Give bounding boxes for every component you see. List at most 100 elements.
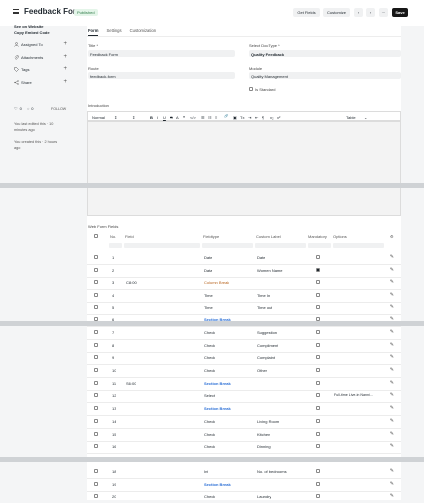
copy-embed-code-link[interactable]: Copy Embed Code xyxy=(14,30,50,35)
edit-icon[interactable]: ✎ xyxy=(390,481,394,487)
edit-icon[interactable]: ✎ xyxy=(390,279,394,285)
is-standard-checkbox[interactable] xyxy=(249,87,253,91)
row-fieldtype[interactable]: Check xyxy=(204,355,215,360)
edit-icon[interactable]: ✎ xyxy=(390,304,394,310)
row-fieldtype[interactable]: Check xyxy=(204,444,215,449)
sub-button[interactable]: x₂ xyxy=(270,115,274,120)
heart-icon[interactable]: ♡ xyxy=(14,106,18,111)
table-row[interactable]: 14CheckLiving Room✎ xyxy=(87,415,401,428)
bullet-list-button[interactable]: ☷ xyxy=(208,115,212,120)
row-custom-label[interactable]: Women Name xyxy=(257,268,283,273)
row-custom-label[interactable]: Compliment xyxy=(257,343,278,348)
follow-button[interactable]: FOLLOW xyxy=(51,107,66,111)
edit-icon[interactable]: ✎ xyxy=(390,367,394,373)
row-fieldtype[interactable]: Check xyxy=(204,343,215,348)
row-field[interactable]: S6:00 xyxy=(126,381,136,386)
row-fieldtype[interactable]: Int xyxy=(204,469,208,474)
outdent-button[interactable]: ⇤ xyxy=(255,115,258,120)
row-mandatory-checkbox[interactable] xyxy=(316,406,320,410)
edit-icon[interactable]: ✎ xyxy=(390,342,394,348)
row-custom-label[interactable]: Living Room xyxy=(257,419,279,424)
row-checkbox[interactable] xyxy=(94,343,98,347)
row-custom-label[interactable]: Other xyxy=(257,368,267,373)
edit-icon[interactable]: ✎ xyxy=(390,354,394,360)
filter-fieldtype[interactable] xyxy=(202,243,253,248)
row-fieldtype[interactable]: Data xyxy=(204,268,212,273)
add-icon[interactable]: + xyxy=(63,54,67,60)
add-icon[interactable]: + xyxy=(63,79,67,85)
table-row[interactable]: 3C8:00Column Break✎ xyxy=(87,276,401,289)
table-row[interactable]: 7CheckSuggestion✎ xyxy=(87,326,401,339)
row-checkbox[interactable] xyxy=(94,305,98,309)
sidebar-item-tags[interactable]: Tags + xyxy=(14,67,70,73)
table-row[interactable]: 12SelectFull-time Live-in Nanni…✎ xyxy=(87,389,401,402)
code-button[interactable]: </> xyxy=(190,115,196,120)
style-select[interactable]: Normal xyxy=(92,115,105,120)
row-checkbox[interactable] xyxy=(94,280,98,284)
link-icon[interactable]: 🔗 xyxy=(224,114,228,118)
add-icon[interactable]: + xyxy=(63,66,67,72)
direction-button[interactable]: ¶ xyxy=(262,115,264,120)
row-mandatory-checkbox[interactable] xyxy=(316,494,320,498)
row-fieldtype[interactable]: Check xyxy=(204,432,215,437)
table-row[interactable]: 20CheckLaundry✎ xyxy=(87,490,401,503)
tab-form[interactable]: Form xyxy=(88,28,98,36)
row-checkbox[interactable] xyxy=(94,469,98,473)
save-button[interactable]: Save xyxy=(392,8,408,17)
introduction-editor[interactable] xyxy=(87,121,401,216)
indent-button[interactable]: ⇥ xyxy=(248,115,251,120)
edit-icon[interactable]: ✎ xyxy=(390,405,394,411)
edit-icon[interactable]: ✎ xyxy=(390,380,394,386)
text-color-button[interactable]: A xyxy=(176,115,179,120)
image-icon[interactable]: ▣ xyxy=(233,115,237,120)
ordered-list-button[interactable]: ☰ xyxy=(201,115,205,120)
row-mandatory-checkbox[interactable] xyxy=(316,381,320,385)
row-fieldtype[interactable]: Time xyxy=(204,305,213,310)
table-row[interactable]: 16CheckDinning✎ xyxy=(87,440,401,453)
see-on-website-link[interactable]: See on Website xyxy=(14,24,44,29)
edit-icon[interactable]: ✎ xyxy=(390,329,394,335)
row-mandatory-checkbox[interactable] xyxy=(316,317,320,321)
sup-button[interactable]: x² xyxy=(277,115,280,120)
row-custom-label[interactable]: Suggestion xyxy=(257,330,277,335)
blockquote-button[interactable]: ❝ xyxy=(183,115,185,120)
prev-button[interactable]: ‹ xyxy=(354,8,363,17)
row-custom-label[interactable]: Complaint xyxy=(257,355,275,360)
row-checkbox[interactable] xyxy=(94,393,98,397)
row-custom-label[interactable]: Kitchen xyxy=(257,432,270,437)
row-fieldtype[interactable]: Check xyxy=(204,494,215,499)
row-mandatory-checkbox[interactable] xyxy=(316,255,320,259)
sidebar-item-assigned[interactable]: Assigned To + xyxy=(14,42,70,48)
row-fieldtype[interactable]: Check xyxy=(204,368,215,373)
row-custom-label[interactable]: Time In xyxy=(257,293,270,298)
clear-format-button[interactable]: Tx xyxy=(240,115,244,120)
row-fieldtype[interactable]: Select xyxy=(204,393,215,398)
menu-icon[interactable] xyxy=(13,9,19,14)
filter-options[interactable] xyxy=(333,243,384,248)
row-mandatory-checkbox[interactable] xyxy=(316,343,320,347)
row-checkbox[interactable] xyxy=(94,444,98,448)
more-button[interactable]: ··· xyxy=(379,8,388,17)
edit-icon[interactable]: ✎ xyxy=(390,292,394,298)
row-checkbox[interactable] xyxy=(94,268,98,272)
row-checkbox[interactable] xyxy=(94,432,98,436)
row-mandatory-checkbox[interactable] xyxy=(316,268,320,272)
underline-button[interactable]: U xyxy=(163,115,166,120)
row-mandatory-checkbox[interactable] xyxy=(316,482,320,486)
font-select[interactable]: ⇕ xyxy=(132,115,135,120)
doctype-input[interactable]: Quality Feedback xyxy=(249,50,401,57)
row-checkbox[interactable] xyxy=(94,293,98,297)
italic-button[interactable]: I xyxy=(157,115,158,120)
row-fieldtype[interactable]: Section Break xyxy=(204,381,231,386)
sidebar-item-attachments[interactable]: Attachments + xyxy=(14,55,70,61)
row-fieldtype[interactable]: Check xyxy=(204,330,215,335)
chevron-down-icon[interactable]: ⌄ xyxy=(364,115,367,120)
module-input[interactable]: Quality Management xyxy=(249,72,401,79)
row-fieldtype[interactable]: Section Break xyxy=(204,317,231,322)
route-input[interactable]: feedback-form xyxy=(88,72,235,79)
row-fieldtype[interactable]: Section Break xyxy=(204,482,231,487)
edit-icon[interactable]: ✎ xyxy=(390,443,394,449)
row-custom-label[interactable]: Dinning xyxy=(257,444,271,449)
edit-icon[interactable]: ✎ xyxy=(390,431,394,437)
row-fieldtype[interactable]: Check xyxy=(204,419,215,424)
